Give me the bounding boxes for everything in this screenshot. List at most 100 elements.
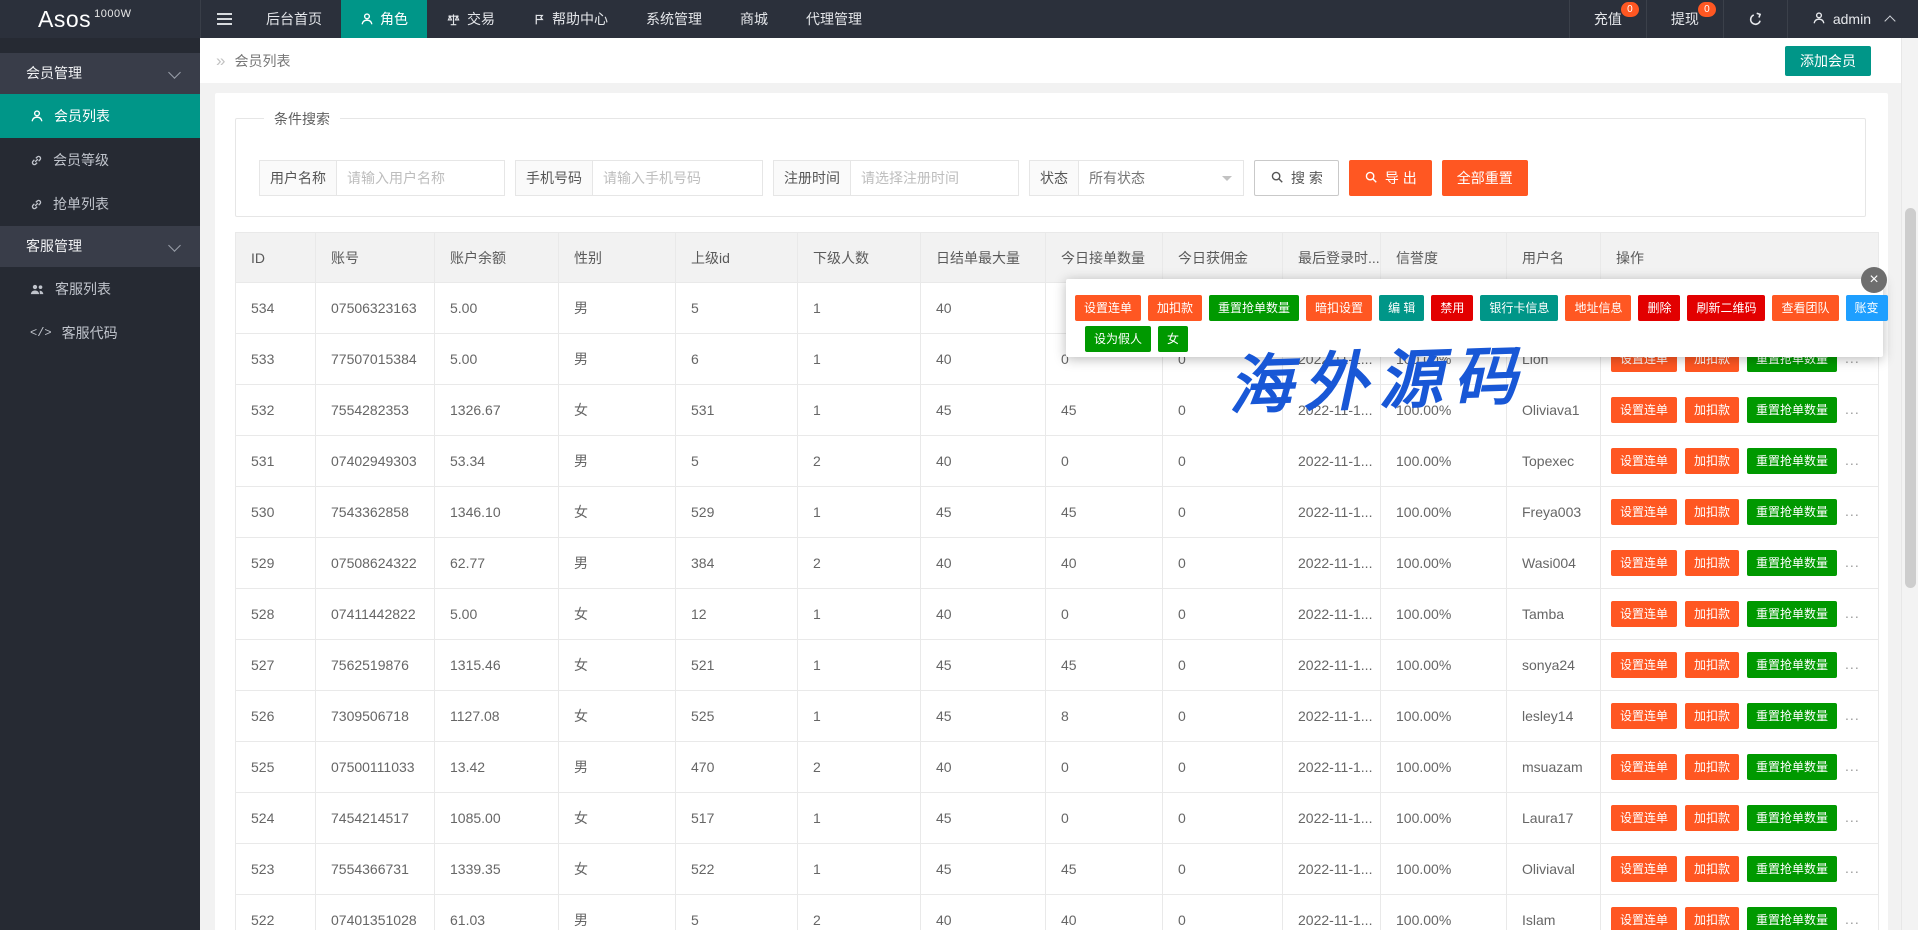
status-select[interactable]: 所有状态 (1078, 160, 1244, 196)
row-more-actions[interactable]: ... (1845, 809, 1860, 825)
row-more-actions[interactable]: ... (1845, 605, 1860, 621)
admin-menu[interactable]: admin (1787, 0, 1918, 38)
popup-action-刷新二维码[interactable]: 刷新二维码 (1687, 295, 1765, 321)
row-more-actions[interactable]: ... (1845, 503, 1860, 519)
quick-action-提现[interactable]: 提现0 (1646, 0, 1723, 38)
popup-action-账变[interactable]: 账变 (1846, 295, 1888, 321)
row-action-重置抢单数量[interactable]: 重置抢单数量 (1747, 703, 1837, 729)
row-action-设置连单[interactable]: 设置连单 (1611, 448, 1677, 474)
row-more-actions[interactable]: ... (1845, 452, 1860, 468)
row-action-重置抢单数量[interactable]: 重置抢单数量 (1747, 856, 1837, 882)
row-action-重置抢单数量[interactable]: 重置抢单数量 (1747, 601, 1837, 627)
popup-action-加扣款[interactable]: 加扣款 (1148, 295, 1202, 321)
popup-action-查看团队[interactable]: 查看团队 (1772, 295, 1838, 321)
export-button[interactable]: 导 出 (1349, 160, 1432, 196)
reset-all-button[interactable]: 全部重置 (1442, 160, 1528, 196)
cell-id: 532 (236, 385, 316, 436)
row-action-重置抢单数量[interactable]: 重置抢单数量 (1747, 652, 1837, 678)
row-action-设置连单[interactable]: 设置连单 (1611, 856, 1677, 882)
row-more-actions[interactable]: ... (1845, 707, 1860, 723)
sidebar-item-会员列表[interactable]: 会员列表 (0, 94, 200, 138)
nav-item-后台首页[interactable]: 后台首页 (247, 0, 341, 38)
sidebar-group-会员管理[interactable]: 会员管理 (0, 53, 200, 94)
row-more-actions[interactable]: ... (1845, 758, 1860, 774)
sidebar-item-会员等级[interactable]: 会员等级 (0, 138, 200, 182)
popup-action-禁用[interactable]: 禁用 (1431, 295, 1473, 321)
username-input[interactable] (336, 160, 505, 196)
popup-action-设置连单[interactable]: 设置连单 (1075, 295, 1141, 321)
table-row: 52375543667311339.35女5221454502022-11-1.… (236, 844, 1879, 895)
row-action-加扣款[interactable]: 加扣款 (1685, 448, 1739, 474)
phone-input[interactable] (592, 160, 763, 196)
nav-item-帮助中心[interactable]: 帮助中心 (514, 0, 627, 38)
row-action-重置抢单数量[interactable]: 重置抢单数量 (1747, 448, 1837, 474)
popup-action-设为假人[interactable]: 设为假人 (1085, 326, 1151, 352)
cell-today_orders: 0 (1046, 589, 1163, 640)
row-action-设置连单[interactable]: 设置连单 (1611, 703, 1677, 729)
cell-account: 07506323163 (316, 283, 435, 334)
nav-item-系统管理[interactable]: 系统管理 (627, 0, 721, 38)
row-more-actions[interactable]: ... (1845, 860, 1860, 876)
row-action-重置抢单数量[interactable]: 重置抢单数量 (1747, 499, 1837, 525)
close-icon[interactable]: × (1861, 267, 1887, 293)
nav-item-角色[interactable]: 角色 (341, 0, 427, 38)
row-action-设置连单[interactable]: 设置连单 (1611, 652, 1677, 678)
row-action-加扣款[interactable]: 加扣款 (1685, 805, 1739, 831)
nav-item-交易[interactable]: 交易 (427, 0, 514, 38)
row-action-加扣款[interactable]: 加扣款 (1685, 652, 1739, 678)
row-action-设置连单[interactable]: 设置连单 (1611, 805, 1677, 831)
cell-balance: 53.34 (435, 436, 559, 487)
row-action-加扣款[interactable]: 加扣款 (1685, 397, 1739, 423)
register-time-input[interactable] (850, 160, 1019, 196)
row-action-加扣款[interactable]: 加扣款 (1685, 601, 1739, 627)
row-action-加扣款[interactable]: 加扣款 (1685, 856, 1739, 882)
sidebar-item-抢单列表[interactable]: 抢单列表 (0, 182, 200, 226)
row-action-设置连单[interactable]: 设置连单 (1611, 397, 1677, 423)
popup-action-删除[interactable]: 删除 (1638, 295, 1680, 321)
row-more-actions[interactable]: ... (1845, 401, 1860, 417)
row-action-加扣款[interactable]: 加扣款 (1685, 754, 1739, 780)
row-more-actions[interactable]: ... (1845, 656, 1860, 672)
row-more-actions[interactable]: ... (1845, 911, 1860, 927)
sidebar-item-客服代码[interactable]: </>客服代码 (0, 311, 200, 355)
scrollbar-thumb[interactable] (1905, 208, 1916, 588)
row-action-加扣款[interactable]: 加扣款 (1685, 703, 1739, 729)
search-button[interactable]: 搜 索 (1254, 160, 1339, 196)
row-action-重置抢单数量[interactable]: 重置抢单数量 (1747, 397, 1837, 423)
row-more-actions[interactable]: ... (1845, 554, 1860, 570)
logo-version-badge: 1000W (94, 8, 131, 20)
row-action-设置连单[interactable]: 设置连单 (1611, 754, 1677, 780)
nav-item-label: 系统管理 (646, 9, 702, 29)
table-row: 5310740294930353.34男5240002022-11-1...10… (236, 436, 1879, 487)
cell-gender: 女 (559, 385, 676, 436)
row-action-重置抢单数量[interactable]: 重置抢单数量 (1747, 805, 1837, 831)
popup-action-编 辑[interactable]: 编 辑 (1379, 295, 1424, 321)
table-row: 52474542145171085.00女517145002022-11-1..… (236, 793, 1879, 844)
nav-item-商城[interactable]: 商城 (721, 0, 787, 38)
popup-action-暗扣设置[interactable]: 暗扣设置 (1306, 295, 1372, 321)
popup-action-女[interactable]: 女 (1158, 326, 1188, 352)
row-action-重置抢单数量[interactable]: 重置抢单数量 (1747, 550, 1837, 576)
row-action-设置连单[interactable]: 设置连单 (1611, 601, 1677, 627)
refresh-button[interactable] (1723, 0, 1787, 38)
row-action-设置连单[interactable]: 设置连单 (1611, 499, 1677, 525)
row-action-加扣款[interactable]: 加扣款 (1685, 499, 1739, 525)
row-action-加扣款[interactable]: 加扣款 (1685, 907, 1739, 930)
popup-action-重置抢单数量[interactable]: 重置抢单数量 (1209, 295, 1299, 321)
menu-toggle-icon[interactable] (200, 0, 247, 38)
cell-account: 7554366731 (316, 844, 435, 895)
cell-parent_id: 525 (676, 691, 798, 742)
popup-action-银行卡信息[interactable]: 银行卡信息 (1480, 295, 1558, 321)
sidebar-item-客服列表[interactable]: 客服列表 (0, 267, 200, 311)
add-member-button[interactable]: 添加会员 (1785, 46, 1871, 76)
row-action-加扣款[interactable]: 加扣款 (1685, 550, 1739, 576)
row-action-重置抢单数量[interactable]: 重置抢单数量 (1747, 754, 1837, 780)
popup-action-地址信息[interactable]: 地址信息 (1565, 295, 1631, 321)
row-action-设置连单[interactable]: 设置连单 (1611, 907, 1677, 930)
app-logo[interactable]: Asos 1000W (0, 0, 200, 38)
nav-item-代理管理[interactable]: 代理管理 (787, 0, 881, 38)
row-action-设置连单[interactable]: 设置连单 (1611, 550, 1677, 576)
row-action-重置抢单数量[interactable]: 重置抢单数量 (1747, 907, 1837, 930)
sidebar-group-客服管理[interactable]: 客服管理 (0, 226, 200, 267)
quick-action-充值[interactable]: 充值0 (1569, 0, 1646, 38)
